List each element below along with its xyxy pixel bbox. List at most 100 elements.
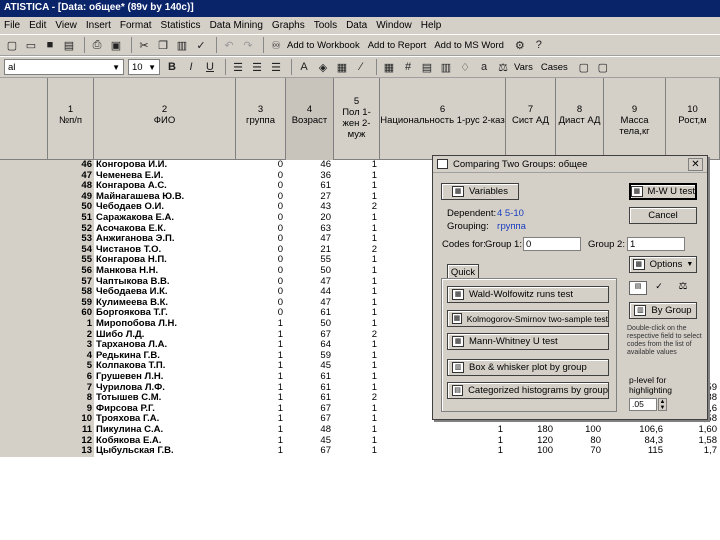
age-cell[interactable]: 45	[286, 436, 334, 447]
group-cell[interactable]: 1	[236, 351, 286, 362]
sex-cell[interactable]: 1	[334, 351, 380, 362]
age-cell[interactable]: 55	[286, 255, 334, 266]
fio-cell[interactable]: Пикулина С.А.	[94, 425, 236, 436]
case-number-cell[interactable]: 56	[0, 266, 94, 277]
age-cell[interactable]: 63	[286, 224, 334, 235]
case-number-cell[interactable]: 51	[0, 213, 94, 224]
fio-cell[interactable]: Шибо Л.Д.	[94, 330, 236, 341]
group-cell[interactable]: 0	[236, 202, 286, 213]
font-color-2-icon[interactable]: a	[476, 59, 492, 75]
save-icon[interactable]: ■	[42, 37, 58, 53]
case-number-cell[interactable]: 58	[0, 287, 94, 298]
sex-cell[interactable]: 1	[334, 213, 380, 224]
menu-statistics[interactable]: Statistics	[161, 20, 201, 31]
group2-input[interactable]: 1	[627, 237, 685, 251]
nationality-cell[interactable]: 1	[380, 446, 506, 457]
group-cell[interactable]: 1	[236, 393, 286, 404]
fio-cell[interactable]: Чеменева Е.И.	[94, 171, 236, 182]
undo-icon[interactable]: ↶	[221, 37, 237, 53]
vars-button[interactable]: Vars	[514, 62, 533, 73]
sex-cell[interactable]: 2	[334, 245, 380, 256]
fio-cell[interactable]: Чурилова Л.Ф.	[94, 383, 236, 394]
column-header[interactable]: 4 Возраст	[286, 78, 334, 160]
pdf-icon[interactable]: ▤	[61, 37, 77, 53]
font-name-select[interactable]: al ▼	[4, 59, 124, 75]
group-cell[interactable]: 0	[236, 277, 286, 288]
case-number-cell[interactable]: 46	[0, 160, 94, 171]
sex-cell[interactable]: 1	[334, 181, 380, 192]
sex-cell[interactable]: 1	[334, 224, 380, 235]
mass-cell[interactable]: 84,3	[604, 436, 666, 447]
group-cell[interactable]: 1	[236, 446, 286, 457]
sex-cell[interactable]: 1	[334, 340, 380, 351]
column-header[interactable]: 9 Масса тела,кг	[604, 78, 666, 160]
align-center-icon[interactable]: ☰	[249, 59, 265, 75]
cancel-button[interactable]: Cancel	[629, 207, 697, 224]
group1-input[interactable]: 0	[523, 237, 581, 251]
case-number-cell[interactable]: 59	[0, 297, 94, 309]
box-whisker-button[interactable]: ▥ Box & whisker plot by group	[447, 359, 609, 376]
age-cell[interactable]: 20	[286, 213, 334, 224]
help-icon[interactable]: ?	[531, 37, 547, 53]
case-number-cell[interactable]: 2	[0, 329, 94, 341]
grid-icon[interactable]: ▦	[381, 59, 397, 75]
sex-cell[interactable]: 1	[334, 436, 380, 447]
case-number-cell[interactable]: 12	[0, 435, 94, 447]
sex-cell[interactable]: 1	[334, 192, 380, 203]
sex-cell[interactable]: 1	[334, 404, 380, 415]
filter-icon[interactable]: ♢	[457, 59, 473, 75]
group-cell[interactable]: 1	[236, 436, 286, 447]
sex-cell[interactable]: 1	[334, 171, 380, 182]
sex-cell[interactable]: 2	[334, 393, 380, 404]
tools-icon[interactable]: ⚙	[512, 37, 528, 53]
case-number-cell[interactable]: 6	[0, 372, 94, 383]
case-number-cell[interactable]: 49	[0, 191, 94, 203]
fio-cell[interactable]: Конгарова А.С.	[94, 181, 236, 192]
age-cell[interactable]: 47	[286, 298, 334, 309]
age-cell[interactable]: 45	[286, 361, 334, 372]
group-cell[interactable]: 1	[236, 383, 286, 394]
age-cell[interactable]: 59	[286, 351, 334, 362]
age-cell[interactable]: 67	[286, 404, 334, 415]
case-number-cell[interactable]: 60	[0, 308, 94, 319]
fio-cell[interactable]: Чебодаева И.К.	[94, 287, 236, 298]
fio-cell[interactable]: Кобякова Е.А.	[94, 436, 236, 447]
menu-view[interactable]: View	[55, 20, 77, 31]
weights-icon[interactable]: ▢	[595, 59, 611, 75]
print-preview-icon[interactable]: ▣	[108, 37, 124, 53]
options-button[interactable]: ▦ Options ▼	[629, 256, 697, 273]
column-header[interactable]: 1 №п/п	[48, 78, 94, 160]
systolic-cell[interactable]: 100	[506, 446, 556, 457]
systolic-cell[interactable]: 120	[506, 436, 556, 447]
case-number-cell[interactable]: 55	[0, 255, 94, 266]
fio-cell[interactable]: Кулимеева В.К.	[94, 298, 236, 309]
fio-cell[interactable]: Трояхова Г.А.	[94, 414, 236, 425]
case-number-cell[interactable]: 10	[0, 414, 94, 425]
new-file-icon[interactable]: ▢	[4, 37, 20, 53]
fio-cell[interactable]: Манкова Н.Н.	[94, 266, 236, 277]
variable-specs-icon[interactable]: #	[400, 59, 416, 75]
cases-button[interactable]: Cases	[541, 62, 568, 73]
case-number-cell[interactable]: 53	[0, 234, 94, 245]
fio-cell[interactable]: Тотышев С.М.	[94, 393, 236, 404]
fio-cell[interactable]: Боргоякова Т.Г.	[94, 308, 236, 319]
age-cell[interactable]: 61	[286, 393, 334, 404]
case-number-cell[interactable]: 50	[0, 202, 94, 213]
sex-cell[interactable]: 2	[334, 202, 380, 213]
corner-cell[interactable]	[0, 78, 48, 160]
group-cell[interactable]: 0	[236, 213, 286, 224]
group-cell[interactable]: 0	[236, 298, 286, 309]
mann-whitney-button[interactable]: ▦ Mann-Whitney U test	[447, 333, 609, 350]
add-to-ms-word-button[interactable]: Add to MS Word	[434, 40, 504, 51]
close-icon[interactable]: ✕	[688, 158, 703, 171]
sex-cell[interactable]: 1	[334, 277, 380, 288]
redo-icon[interactable]: ↷	[240, 37, 256, 53]
menu-insert[interactable]: Insert	[86, 20, 111, 31]
sex-cell[interactable]: 1	[334, 383, 380, 394]
fio-cell[interactable]: Чистанов Т.О.	[94, 245, 236, 256]
group-cell[interactable]: 1	[236, 361, 286, 372]
fio-cell[interactable]: Миропобова Л.Н.	[94, 319, 236, 330]
sex-cell[interactable]: 1	[334, 255, 380, 266]
sex-cell[interactable]: 1	[334, 446, 380, 457]
age-cell[interactable]: 61	[286, 308, 334, 319]
